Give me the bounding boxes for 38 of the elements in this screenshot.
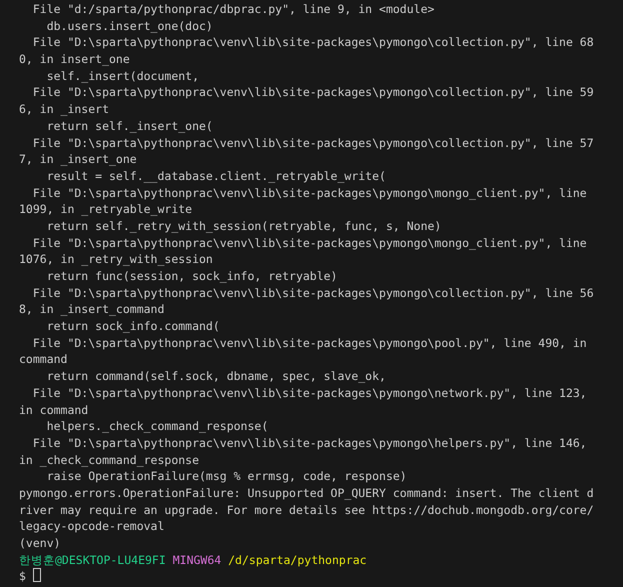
- output-line: river may require an upgrade. For more details see https://dochub.mongodb.org/core/: [19, 502, 594, 517]
- output-line: File "d:/sparta/pythonprac/dbprac.py", line 9, in <module>: [32, 2, 434, 16]
- working-directory: /d/sparta/pythonprac: [228, 552, 367, 567]
- output-line: return self._insert_one(: [46, 118, 213, 133]
- output-line: 7, in _insert_one: [19, 152, 137, 166]
- output-line: File "D:\sparta\pythonprac\venv\lib\site-packages\pymongo\network.py", line 123,: [32, 386, 587, 400]
- output-line: pymongo.errors.OperationFailure: Unsupported OP_QUERY command: insert. The client d: [19, 486, 594, 500]
- output-line: File "D:\sparta\pythonprac\venv\lib\site-packages\pymongo\collection.py", line 59: [32, 85, 594, 100]
- output-line: File "D:\sparta\pythonprac\venv\lib\site-packages\pymongo\collection.py", line 56: [32, 286, 594, 300]
- output-line: in _check_command_response: [19, 452, 200, 467]
- output-line: db.users.insert_one(doc): [46, 18, 213, 33]
- output-line: File "D:\sparta\pythonprac\venv\lib\site-packages\pymongo\mongo_client.py", line: [32, 236, 587, 250]
- output-line: 1076, in _retry_with_session: [19, 252, 213, 266]
- output-line: command: [19, 352, 68, 366]
- output-line: return command(self.sock, dbname, spec, slave_ok,: [46, 369, 386, 384]
- output-line: File "D:\sparta\pythonprac\venv\lib\site-packages\pymongo\collection.py", line 68: [32, 35, 594, 50]
- output-line: in command: [19, 402, 88, 416]
- cursor-icon: [32, 568, 41, 582]
- output-line: 1099, in _retryable_write: [19, 202, 192, 216]
- output-line: File "D:\sparta\pythonprac\venv\lib\site-packages\pymongo\helpers.py", line 146,: [32, 436, 587, 450]
- output-line: 8, in _insert_command: [19, 302, 164, 316]
- output-line: result = self.__database.client._retryable_write(: [46, 168, 386, 183]
- output-line: (venv): [19, 536, 61, 550]
- output-line: File "D:\sparta\pythonprac\venv\lib\site-packages\pymongo\mongo_client.py", line: [32, 186, 587, 200]
- output-line: 0, in insert_one: [19, 52, 130, 66]
- output-line: legacy-opcode-removal: [19, 519, 164, 534]
- prompt-symbol: $: [19, 569, 26, 584]
- system-name: MINGW64: [172, 552, 222, 567]
- output-line: helpers._check_command_response(: [46, 419, 268, 434]
- output-line: self._insert(document,: [46, 68, 200, 83]
- output-line: File "D:\sparta\pythonprac\venv\lib\site-packages\pymongo\pool.py", line 490, in: [32, 336, 587, 350]
- output-line: File "D:\sparta\pythonprac\venv\lib\site-packages\pymongo\collection.py", line 57: [32, 136, 594, 150]
- output-line: return func(session, sock_info, retryable): [46, 269, 338, 283]
- output-line: return self._retry_with_session(retryable, func, s, None): [46, 218, 442, 233]
- output-line: 6, in _insert: [19, 102, 110, 116]
- output-line: raise OperationFailure(msg % errmsg, code, response): [46, 469, 407, 484]
- user-host: 한병훈@DESKTOP-LU4E9FI: [19, 552, 166, 567]
- output-line: return sock_info.command(: [46, 319, 220, 334]
